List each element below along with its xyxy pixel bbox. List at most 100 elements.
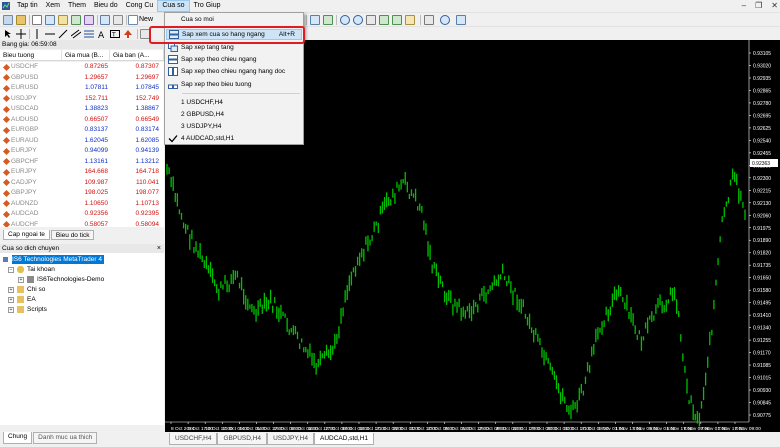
menu-item-new-window[interactable]: Cua so moi (166, 14, 302, 25)
market-watch-row[interactable]: EURJPY 0.94099 0.94139 (0, 146, 164, 157)
menu-insert[interactable]: Them (64, 0, 90, 12)
market-watch-icon[interactable] (32, 15, 42, 25)
nav-server-node[interactable]: + IS6Technologies-Demo (18, 275, 104, 284)
nav-indicators-node[interactable]: + Chi so (8, 285, 45, 294)
market-watch-header: Bieu tuong Gia mua (B... Gia ban (A... (0, 50, 164, 61)
history-icon[interactable] (113, 15, 123, 25)
metaeditor-icon[interactable] (100, 15, 110, 25)
chart-tab-audcad[interactable]: AUDCAD,std,H1 (313, 433, 375, 445)
tab-common[interactable]: Chung (3, 432, 33, 444)
vertical-line-icon[interactable] (32, 29, 42, 39)
menu-file[interactable]: Tap tin (13, 0, 42, 12)
menu-item-label: Sap xep tang tang (181, 44, 234, 51)
nav-root-node[interactable]: IS6 Technologies MetaTrader 4 (2, 255, 104, 264)
market-watch-row[interactable]: GBPUSD 1.29657 1.29697 (0, 73, 164, 84)
autoscroll-icon[interactable] (392, 15, 402, 25)
text-label-icon[interactable]: T (110, 29, 120, 39)
profiles-icon[interactable] (16, 15, 26, 25)
menu-item-window-4[interactable]: 4 AUDCAD,std,H1 (166, 133, 302, 144)
chart-tab-usdchf[interactable]: USDCHF,H4 (169, 433, 218, 445)
menu-charts[interactable]: Bieu do (90, 0, 122, 12)
arrow-shapes-icon[interactable] (123, 29, 133, 39)
price-tick-label: 0.92060 (753, 213, 771, 219)
ask-cell: 110.041 (135, 178, 159, 186)
expand-icon[interactable]: + (8, 296, 14, 303)
market-watch-row[interactable]: EURUSD 1.07811 1.07845 (0, 83, 164, 94)
close-icon[interactable]: ✕ (771, 1, 778, 10)
menu-item-arrange-icons[interactable]: Sap xep theo bieu tuong (166, 79, 302, 90)
options-icon[interactable] (456, 15, 466, 25)
restore-icon[interactable]: ❐ (755, 1, 762, 10)
expand-icon[interactable]: + (18, 276, 24, 283)
market-watch-row[interactable]: AUDCAD 0.92356 0.92395 (0, 209, 164, 220)
chart-bars-icon[interactable] (310, 15, 320, 25)
market-watch-row[interactable]: AUDNZD 1.10650 1.10713 (0, 199, 164, 210)
market-watch-row[interactable]: AUDCHF 0.58057 0.58094 (0, 220, 164, 227)
column-symbol[interactable]: Bieu tuong (0, 50, 62, 60)
column-bid[interactable]: Gia mua (B... (62, 50, 110, 60)
drawing-toolbar: A T (0, 26, 780, 41)
market-watch-row[interactable]: USDJPY 152.711 152.749 (0, 94, 164, 105)
market-watch-row[interactable]: USDCHF 0.87265 0.87307 (0, 62, 164, 73)
navigator-icon[interactable] (58, 15, 68, 25)
market-watch-row[interactable]: GBPJPY 198.025 198.077 (0, 188, 164, 199)
zoom-in-icon[interactable] (340, 15, 350, 25)
nav-scripts-node[interactable]: + Scripts (8, 305, 47, 314)
terminal-icon[interactable] (71, 15, 81, 25)
zoom-out-icon[interactable] (353, 15, 363, 25)
menu-item-window-3[interactable]: 3 USDJPY,H4 (166, 121, 302, 132)
strategy-tester-icon[interactable] (84, 15, 94, 25)
chart-candles-icon[interactable] (323, 15, 333, 25)
tab-symbols[interactable]: Cap ngoai te (3, 230, 50, 240)
menu-item-label: 1 USDCHF,H4 (181, 99, 223, 106)
nav-accounts-node[interactable]: − Tai khoan (8, 265, 55, 274)
cursor-icon[interactable] (3, 29, 13, 39)
crosshair-icon[interactable] (16, 29, 26, 39)
market-watch-row[interactable]: EURJPY 164.668 164.718 (0, 167, 164, 178)
expand-icon[interactable]: + (8, 306, 14, 313)
market-watch-row[interactable]: EURGBP 0.83137 0.83174 (0, 125, 164, 136)
new-chart-icon[interactable] (3, 15, 13, 25)
tab-tick-chart[interactable]: Bieu do tick (50, 230, 95, 240)
market-watch-row[interactable]: GBPCHF 1.13161 1.13212 (0, 157, 164, 168)
channel-icon[interactable] (70, 29, 82, 39)
nav-ea-node[interactable]: + EA (8, 295, 36, 304)
new-order-icon[interactable] (128, 15, 138, 25)
symbol-cell: AUDUSD (0, 115, 62, 126)
indicators-icon[interactable] (405, 15, 415, 25)
fibonacci-icon[interactable] (84, 29, 94, 39)
minimize-icon[interactable]: – (742, 1, 746, 10)
chart-shift-icon[interactable] (379, 15, 389, 25)
new-order-button[interactable]: New (139, 15, 153, 25)
symbol-name: EURAUD (11, 136, 39, 144)
market-watch-row[interactable]: CADJPY 109.987 110.041 (0, 178, 164, 189)
menu-tools[interactable]: Cong Cu (122, 0, 158, 12)
trendline-icon[interactable] (58, 29, 68, 39)
expand-icon[interactable]: + (8, 286, 14, 293)
symbol-cell: EURAUD (0, 136, 62, 147)
column-ask[interactable]: Gia ban (A... (110, 50, 164, 60)
menu-item-tile-vertical[interactable]: Sap xep theo chieu ngang hang doc (166, 66, 302, 77)
market-watch-row[interactable]: USDCAD 1.38823 1.38867 (0, 104, 164, 115)
chart-tab-usdjpy[interactable]: USDJPY,H4 (267, 433, 314, 445)
data-window-icon[interactable] (45, 15, 55, 25)
menu-item-tile-horizontal-2[interactable]: Sap xep theo chieu ngang (166, 54, 302, 65)
templates-icon[interactable] (440, 15, 450, 25)
symbol-name: GBPUSD (11, 73, 39, 81)
menu-item-window-2[interactable]: 2 GBPUSD,H4 (166, 109, 302, 120)
tab-favorites[interactable]: Danh muc ua thich (33, 432, 98, 444)
menu-window[interactable]: Cua so (157, 0, 190, 12)
symbol-diamond-icon (2, 189, 11, 197)
text-tool-icon[interactable]: A (97, 29, 107, 41)
tile-windows-icon[interactable] (366, 15, 376, 25)
navigator-close-icon[interactable]: × (157, 244, 161, 253)
menu-item-window-1[interactable]: 1 USDCHF,H4 (166, 97, 302, 108)
chart-tab-gbpusd[interactable]: GBPUSD,H4 (217, 433, 268, 445)
menu-view[interactable]: Xem (42, 0, 64, 12)
menu-help[interactable]: Tro Giup (190, 0, 225, 12)
market-watch-row[interactable]: EURAUD 1.62045 1.62085 (0, 136, 164, 147)
collapse-icon[interactable]: − (8, 266, 14, 273)
periods-icon[interactable] (424, 15, 434, 25)
horizontal-line-icon[interactable] (45, 29, 55, 39)
market-watch-row[interactable]: AUDUSD 0.66507 0.66549 (0, 115, 164, 126)
